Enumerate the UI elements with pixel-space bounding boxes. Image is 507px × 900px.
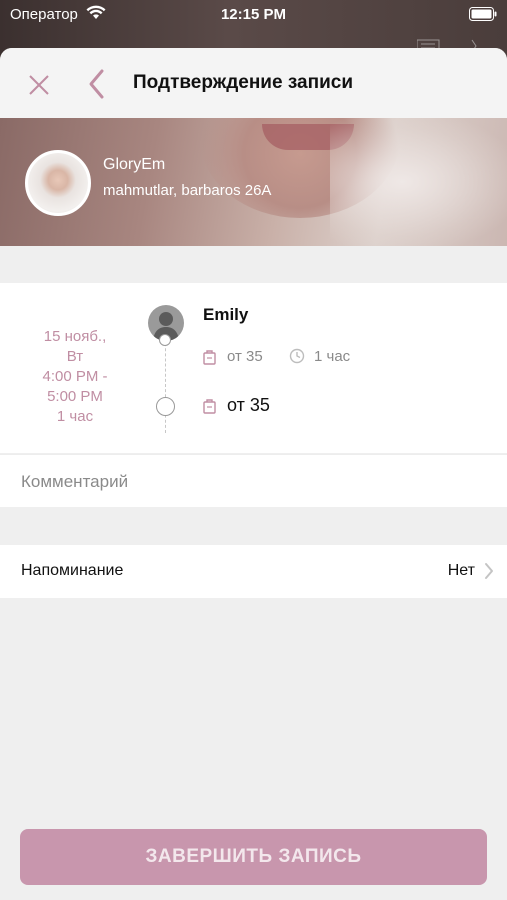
reminder-value: Нет bbox=[447, 562, 475, 579]
timeline-line bbox=[165, 338, 166, 433]
salon-name: GloryEm bbox=[103, 156, 166, 173]
price-tag-icon bbox=[203, 398, 217, 419]
finish-booking-button[interactable]: ЗАВЕРШИТЬ ЗАПИСЬ bbox=[20, 829, 487, 885]
date-line: 15 нояб., bbox=[43, 328, 107, 345]
chevron-left-icon bbox=[89, 69, 104, 99]
reminder-row[interactable]: Напоминание Нет bbox=[0, 545, 507, 598]
status-bar: Оператор 12:15 PM bbox=[0, 0, 507, 30]
clock-icon bbox=[289, 348, 305, 369]
sheet-header: Подтверждение записи bbox=[0, 48, 507, 118]
status-time: 12:15 PM bbox=[220, 6, 287, 23]
confirmation-sheet: Подтверждение записи GloryEm mahmutlar, … bbox=[0, 48, 507, 900]
timeline-dot bbox=[159, 334, 171, 346]
chevron-right-icon bbox=[483, 561, 495, 586]
close-icon bbox=[29, 75, 49, 95]
battery-icon bbox=[469, 7, 497, 25]
salon-address: mahmutlar, barbaros 26A bbox=[103, 182, 272, 199]
appointment-datetime: 15 нояб., Вт 4:00 PM - 5:00 PM 1 час bbox=[20, 327, 130, 427]
master-price: от 35 bbox=[227, 348, 263, 365]
weekday-line: Вт bbox=[66, 348, 84, 365]
salon-banner: GloryEm mahmutlar, barbaros 26A bbox=[0, 118, 507, 246]
salon-avatar bbox=[25, 150, 91, 216]
total-price: от 35 bbox=[227, 395, 270, 415]
timeline-dot bbox=[156, 397, 175, 416]
comment-placeholder: Комментарий bbox=[21, 472, 129, 491]
close-button[interactable] bbox=[22, 68, 56, 102]
comment-field[interactable]: Комментарий bbox=[0, 454, 507, 507]
banner-photo-hair bbox=[330, 118, 507, 246]
master-name: Emily bbox=[203, 305, 249, 324]
appointment-duration: 1 час bbox=[56, 408, 94, 425]
page-title: Подтверждение записи bbox=[133, 72, 353, 93]
time-end: 5:00 PM bbox=[47, 388, 103, 405]
salon-avatar-photo bbox=[28, 153, 88, 213]
master-duration: 1 час bbox=[314, 348, 351, 365]
reminder-label: Напоминание bbox=[21, 562, 124, 579]
time-start: 4:00 PM - bbox=[42, 368, 108, 385]
price-tag-icon bbox=[203, 349, 217, 370]
back-button[interactable] bbox=[82, 66, 112, 102]
appointment-card: 15 нояб., Вт 4:00 PM - 5:00 PM 1 час Emi… bbox=[0, 283, 507, 453]
